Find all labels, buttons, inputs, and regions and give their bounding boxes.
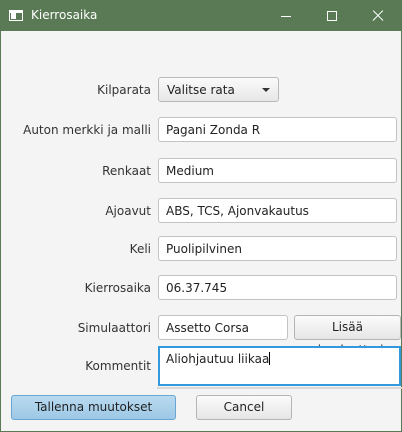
chevron-down-icon [262, 88, 270, 92]
window-title: Kierrosaika [31, 8, 98, 22]
title-bar[interactable]: Kierrosaika [1, 1, 401, 31]
kilparata-label: Kilparata [97, 83, 151, 97]
keli-input[interactable]: Puolipilvinen [158, 236, 397, 261]
kilparata-select-value: Valitse rata [167, 83, 235, 97]
close-icon[interactable] [355, 1, 401, 31]
dialog-window: Kierrosaika Kilparata Valitse rata Auton… [0, 0, 402, 432]
kierrosaika-label: Kierrosaika [84, 281, 151, 295]
cancel-button[interactable]: Cancel [196, 395, 292, 420]
auto-label: Auton merkki ja malli [23, 123, 151, 137]
maximize-icon[interactable] [309, 1, 355, 31]
textarea-shadow [157, 387, 402, 389]
renkaat-input[interactable]: Medium [158, 158, 397, 183]
app-icon [9, 10, 23, 21]
kommentit-textarea[interactable]: Aliohjautuu liikaa [158, 346, 401, 386]
kierrosaika-input[interactable]: 06.37.745 [158, 275, 397, 300]
auto-input[interactable]: Pagani Zonda R [158, 117, 397, 142]
simulaattori-label: Simulaattori [77, 321, 151, 335]
simulaattori-input[interactable]: Assetto Corsa [158, 315, 288, 340]
renkaat-label: Renkaat [102, 164, 151, 178]
add-simulator-button[interactable]: Lisää simulaattori [294, 315, 401, 357]
ajoavut-label: Ajoavut [105, 204, 151, 218]
kilparata-select[interactable]: Valitse rata [158, 77, 279, 102]
text-caret [269, 352, 271, 365]
ajoavut-input[interactable]: ABS, TCS, Ajonvakautus [158, 198, 397, 223]
kommentit-label: Kommentit [85, 359, 151, 373]
save-button[interactable]: Tallenna muutokset [11, 395, 176, 420]
keli-label: Keli [129, 242, 151, 256]
kommentit-text: Aliohjautuu liikaa [166, 352, 270, 366]
minimize-icon[interactable] [263, 1, 309, 31]
